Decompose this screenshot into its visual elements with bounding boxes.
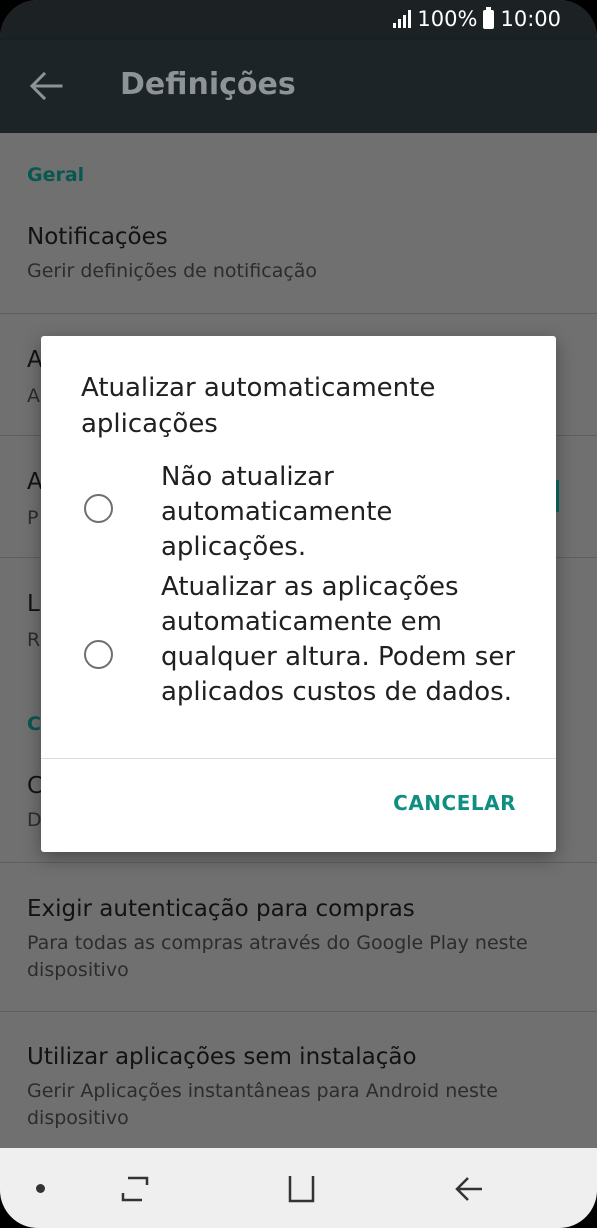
settings-item-subtitle: A [27, 385, 40, 407]
phone-screen: 100% 10:00 Definições Geral Notificações… [0, 0, 597, 1228]
divider [0, 1011, 597, 1012]
settings-item-title: L [27, 591, 40, 617]
cancel-button[interactable]: CANCELAR [393, 791, 516, 815]
battery-icon [483, 6, 495, 29]
settings-item-subtitle: R [27, 629, 41, 651]
home-icon[interactable] [286, 1173, 318, 1205]
settings-item-subtitle: Gerir Aplicações instantâneas para Andro… [27, 1080, 498, 1129]
dialog-divider [41, 758, 556, 759]
dialog-options-list[interactable]: Não atualizar automaticamente aplicações… [41, 454, 556, 758]
clock: 10:00 [500, 7, 561, 31]
settings-item-subtitle: Para todas as compras através do Google … [27, 932, 528, 981]
option-label: Não atualizar automaticamente aplicações… [161, 462, 393, 562]
back-arrow-icon[interactable] [28, 70, 64, 102]
app-bar: Definições [0, 40, 597, 133]
status-bar: 100% 10:00 [0, 0, 597, 40]
settings-item-subtitle: D [27, 809, 42, 831]
radio-button[interactable] [84, 494, 113, 523]
status-indicators: 100% 10:00 [393, 6, 561, 31]
back-nav-icon[interactable] [452, 1173, 486, 1205]
auto-update-dialog: Atualizar automaticamente aplicações Não… [41, 336, 556, 852]
settings-item-title: Utilizar aplicações sem instalação [27, 1044, 417, 1070]
settings-item-subtitle: Gerir definições de notificação [27, 260, 318, 282]
radio-button[interactable] [84, 640, 113, 669]
signal-icon [393, 10, 412, 28]
section-header-clipped: C [27, 713, 41, 735]
recent-apps-icon[interactable] [118, 1173, 152, 1205]
settings-item-title: Notificações [27, 224, 168, 250]
page-title: Definições [120, 67, 296, 102]
dialog-title: Atualizar automaticamente aplicações [81, 373, 436, 439]
battery-percent: 100% [417, 7, 478, 31]
settings-item-title: Exigir autenticação para compras [27, 896, 415, 922]
nav-dot-icon [36, 1184, 45, 1193]
navigation-bar [0, 1148, 597, 1228]
settings-item-subtitle: P [27, 507, 39, 529]
section-header-general: Geral [27, 164, 85, 186]
option-label: Atualizar as aplicações automaticamente … [161, 572, 516, 707]
divider [0, 313, 597, 314]
divider [0, 862, 597, 863]
